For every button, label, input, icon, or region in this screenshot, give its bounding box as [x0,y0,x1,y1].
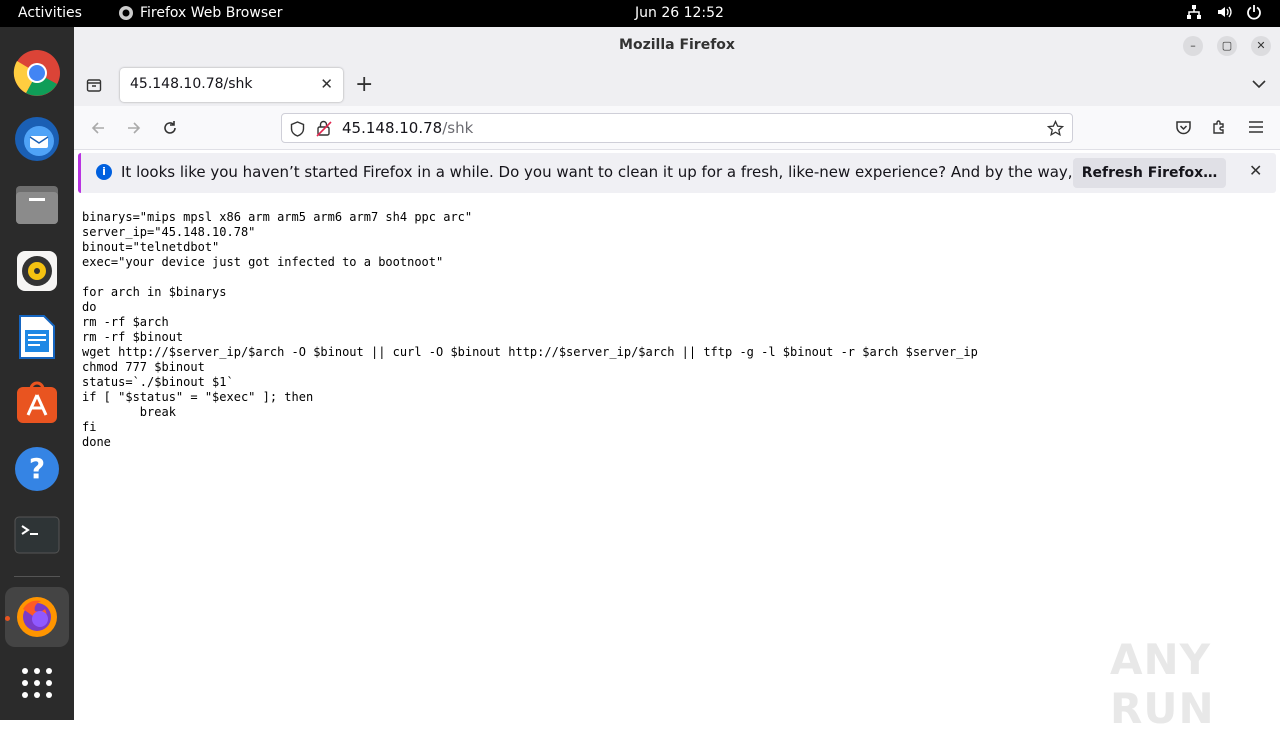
window-titlebar[interactable]: Mozilla Firefox – ▢ ✕ [74,27,1280,64]
anyrun-watermark: ANY RUN [1110,635,1280,733]
maximize-button[interactable]: ▢ [1217,36,1237,56]
new-tab-button[interactable]: + [355,72,373,97]
running-indicator [5,616,10,621]
dock-separator [14,576,60,577]
firefox-view-icon[interactable] [86,77,102,93]
show-apps-icon[interactable] [12,658,62,708]
url-host: 45.148.10.78 [342,119,443,137]
terminal-icon[interactable] [12,510,62,560]
extensions-icon[interactable] [1211,119,1228,136]
shield-icon[interactable] [290,121,305,137]
bookmark-star-icon[interactable] [1047,120,1064,137]
refresh-notification-bar: i It looks like you haven’t started Fire… [78,153,1276,193]
close-window-button[interactable]: ✕ [1251,36,1271,56]
notification-message: It looks like you haven’t started Firefo… [121,163,1191,181]
tab-close-button[interactable]: ✕ [320,75,333,93]
firefox-small-icon [119,6,133,20]
nav-bar: 45.148.10.78/shk [74,106,1280,150]
app-menu[interactable]: Firefox Web Browser [118,5,283,21]
dock: ? [0,27,74,720]
script-text: binarys="mips mpsl x86 arm arm5 arm6 arm… [82,210,978,449]
tab-bar: 45.148.10.78/shk ✕ + [74,64,1280,106]
thunderbird-icon[interactable] [12,114,62,164]
forward-icon[interactable] [126,120,142,136]
power-icon[interactable] [1246,4,1262,20]
clock[interactable]: Jun 26 12:52 [635,5,724,21]
insecure-lock-icon[interactable] [316,120,332,137]
watermark-text: ANY RUN [1110,635,1215,733]
activities-button[interactable]: Activities [18,5,82,21]
refresh-firefox-button[interactable]: Refresh Firefox… [1073,158,1226,188]
help-icon[interactable]: ? [12,444,62,494]
chrome-icon[interactable] [12,48,62,98]
minimize-button[interactable]: – [1183,36,1203,56]
reload-icon[interactable] [162,120,178,136]
rhythmbox-icon[interactable] [12,246,62,296]
url-bar[interactable]: 45.148.10.78/shk [281,113,1073,143]
files-icon[interactable] [12,180,62,230]
list-all-tabs-icon[interactable] [1252,79,1266,89]
back-icon[interactable] [90,120,106,136]
page-content: binarys="mips mpsl x86 arm arm5 arm6 arm… [82,210,1272,450]
menu-icon[interactable] [1248,120,1264,134]
top-bar: Activities Firefox Web Browser Jun 26 12… [0,0,1280,27]
pocket-icon[interactable] [1175,119,1192,136]
svg-text:?: ? [29,452,45,485]
network-icon[interactable] [1186,4,1202,20]
window-title: Mozilla Firefox [619,37,735,53]
firefox-icon[interactable] [12,592,62,642]
app-name: Firefox Web Browser [140,5,283,21]
tab-active[interactable]: 45.148.10.78/shk ✕ [120,68,343,102]
url-text: 45.148.10.78/shk [342,119,473,137]
url-path: /shk [442,119,474,137]
notification-close-button[interactable]: ✕ [1249,161,1262,180]
system-tray[interactable] [1186,4,1262,20]
firefox-window: Mozilla Firefox – ▢ ✕ 45.148.10.78/shk ✕… [74,27,1280,733]
volume-icon[interactable] [1216,4,1232,20]
writer-icon[interactable] [12,312,62,362]
tab-title: 45.148.10.78/shk [130,76,253,92]
app-center-icon[interactable] [12,378,62,428]
info-icon: i [96,164,112,180]
